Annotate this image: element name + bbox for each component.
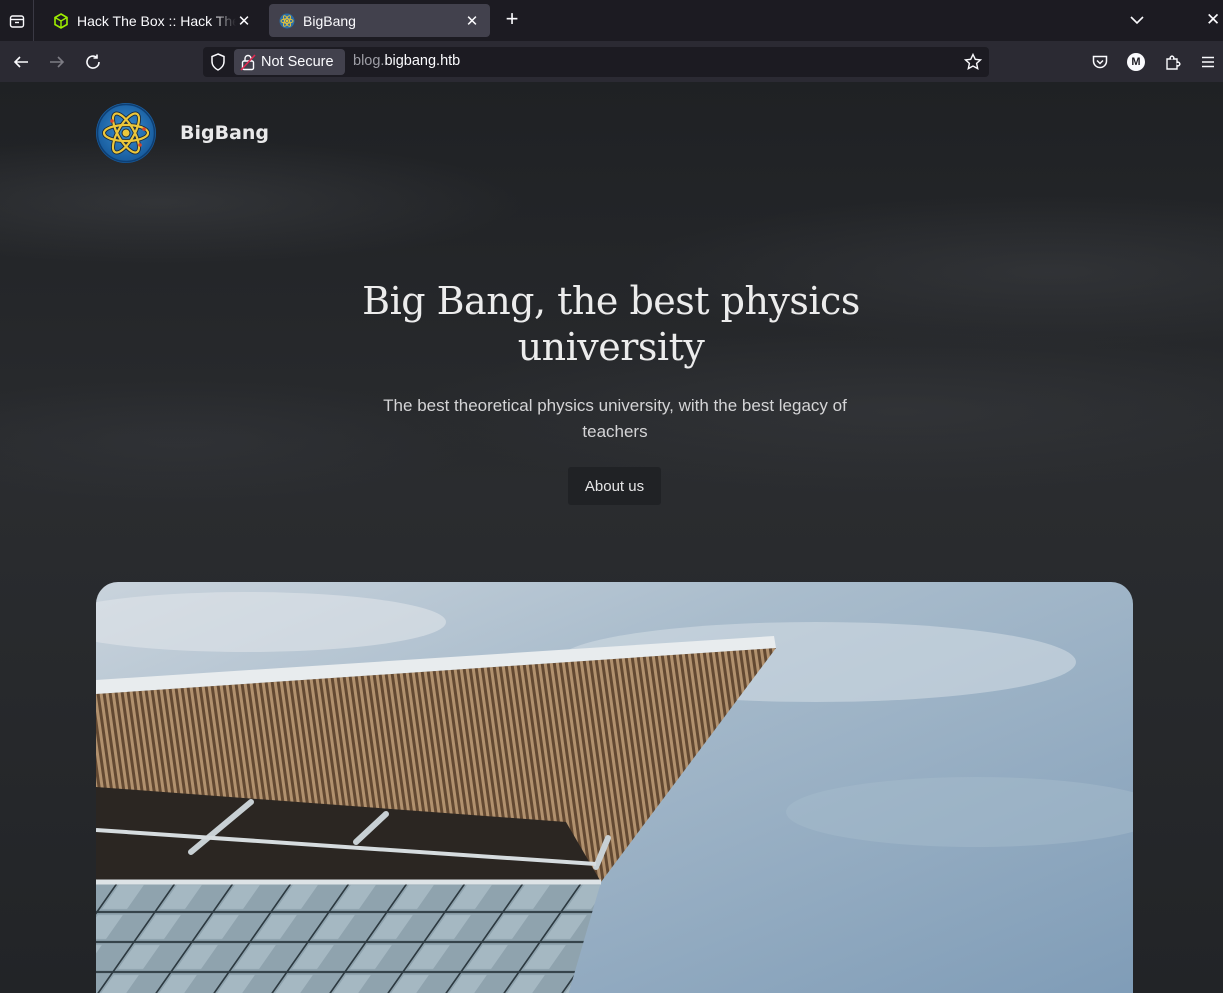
security-label: Not Secure	[261, 54, 334, 70]
about-us-button[interactable]: About us	[568, 467, 661, 505]
close-tab-icon[interactable]: ✕	[464, 12, 480, 30]
hero-subtitle: The best theoretical physics university,…	[383, 396, 847, 441]
reload-icon[interactable]	[82, 51, 104, 73]
page-content: BigBang Big Bang, the best physics unive…	[0, 82, 1223, 993]
url-domain: bigbang.htb	[384, 53, 461, 69]
shield-icon[interactable]	[208, 52, 228, 72]
tab-title: BigBang	[303, 12, 356, 29]
url-subdomain: blog.	[353, 53, 385, 69]
tab-hack-the-box[interactable]: Hack The Box :: Hack The Box ✕	[43, 4, 262, 37]
account-avatar[interactable]: M	[1127, 53, 1145, 71]
not-secure-badge[interactable]: Not Secure	[234, 49, 345, 75]
tab-list-icon	[9, 14, 24, 28]
chevron-down-icon[interactable]	[1127, 10, 1147, 30]
hero-building-image	[96, 582, 1133, 993]
new-tab-plus-icon[interactable]: +	[500, 8, 524, 32]
bookmark-star-icon[interactable]	[963, 52, 983, 72]
back-arrow-icon[interactable]	[10, 51, 32, 73]
close-tab-icon[interactable]: ✕	[236, 12, 252, 30]
tab-overview-button[interactable]	[0, 0, 34, 41]
forward-arrow-icon[interactable]	[46, 51, 68, 73]
atom-icon	[279, 13, 295, 28]
pocket-icon[interactable]	[1090, 52, 1110, 72]
hero-title: Big Bang, the best physics university	[362, 279, 860, 369]
tab-bigbang[interactable]: BigBang ✕	[269, 4, 490, 37]
atom-logo-icon[interactable]	[96, 103, 156, 163]
site-brand[interactable]: BigBang	[180, 122, 269, 144]
window-close-icon[interactable]: ✕	[1206, 10, 1222, 30]
hamburger-menu-icon[interactable]	[1198, 52, 1218, 72]
url-text[interactable]: blog.bigbang.htb	[353, 53, 460, 69]
insecure-lock-icon	[240, 54, 256, 71]
cube-icon	[54, 12, 68, 29]
extensions-puzzle-icon[interactable]	[1163, 52, 1183, 72]
tab-title: Hack The Box :: Hack The Box	[77, 12, 236, 29]
